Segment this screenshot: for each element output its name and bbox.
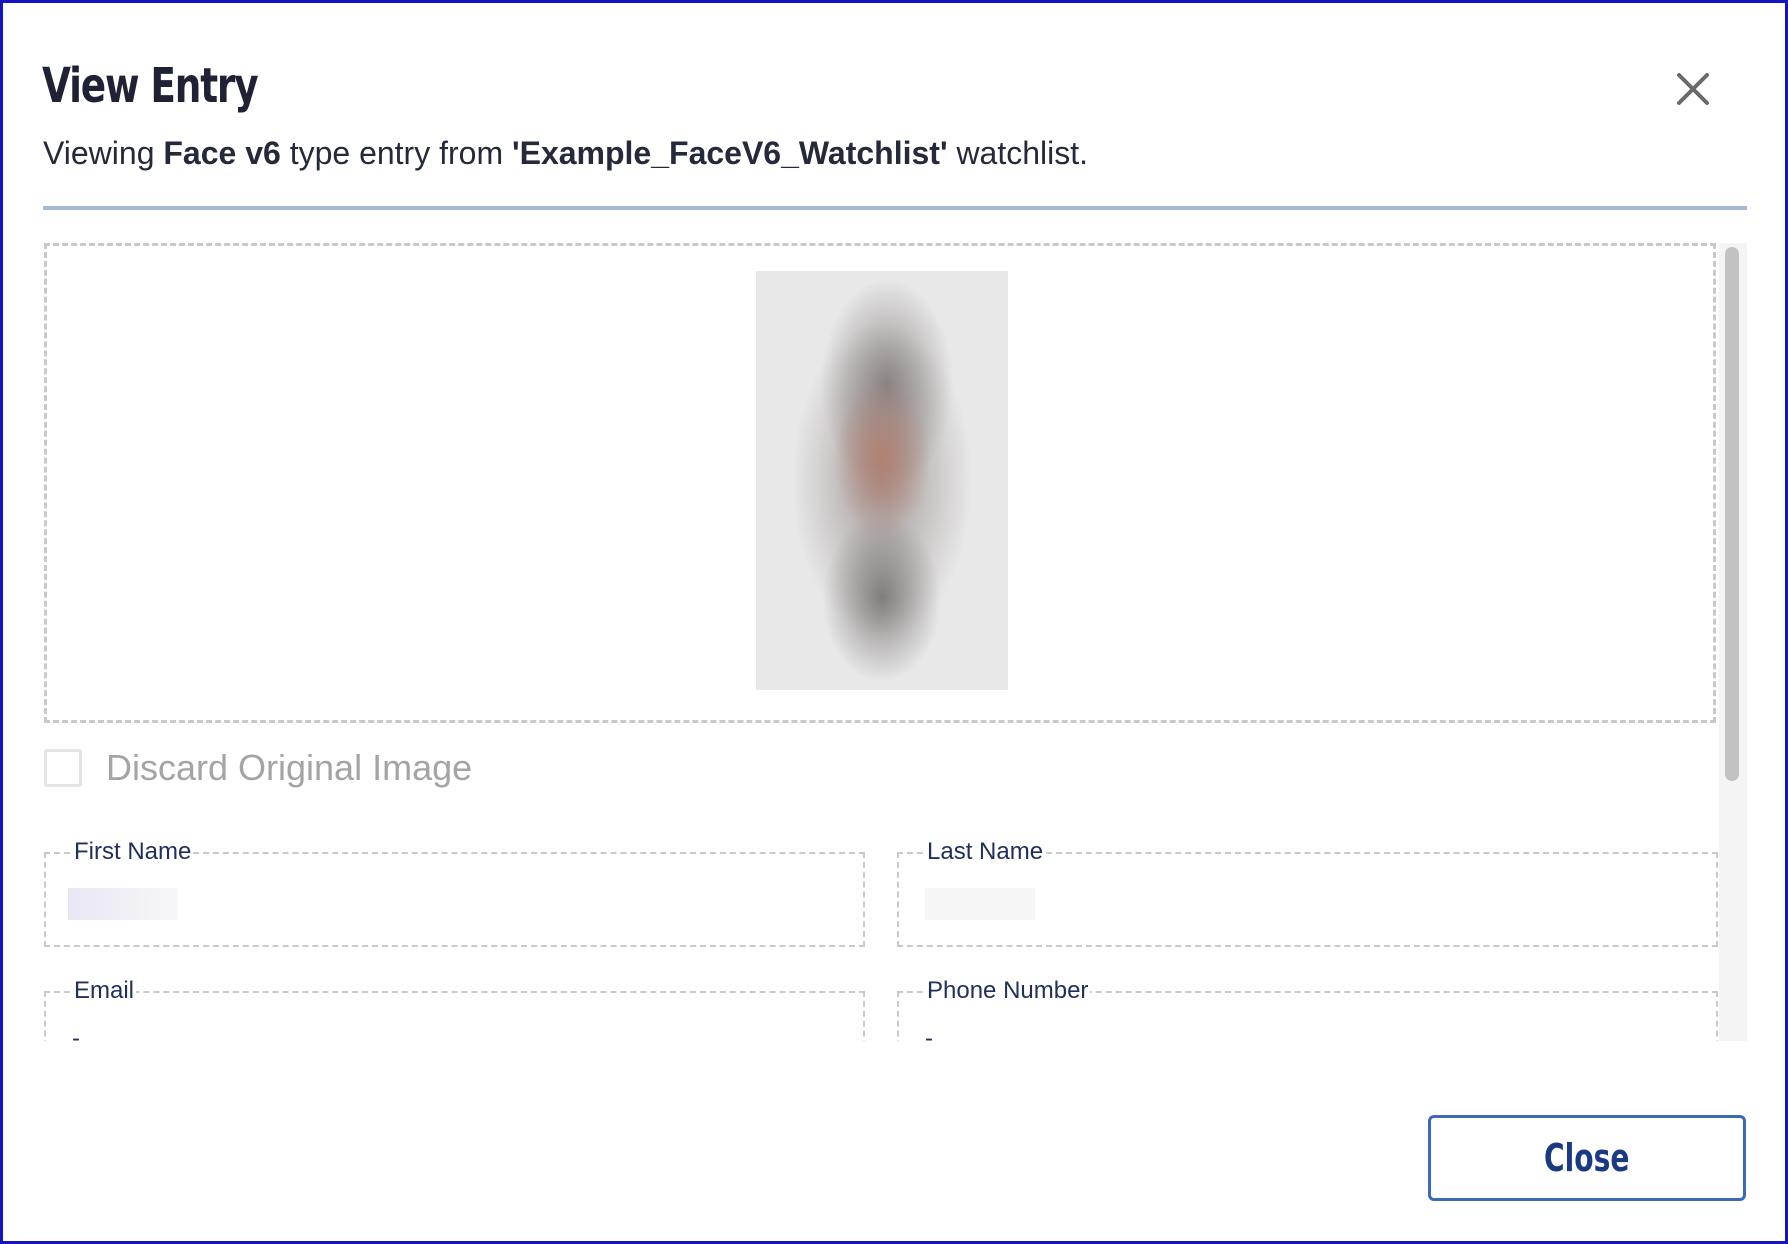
- email-field[interactable]: Email -: [44, 978, 865, 1041]
- discard-checkbox[interactable]: [44, 749, 82, 787]
- last-name-field[interactable]: Last Name: [897, 839, 1718, 947]
- last-name-label: Last Name: [925, 838, 1046, 865]
- view-entry-dialog: View Entry Viewing Face v6 type entry fr…: [0, 0, 1788, 1244]
- first-name-field[interactable]: First Name: [44, 839, 865, 947]
- phone-number-field[interactable]: Phone Number -: [897, 978, 1718, 1041]
- image-dropzone[interactable]: [44, 243, 1716, 723]
- phone-number-value: -: [925, 1025, 933, 1041]
- phone-number-label: Phone Number: [925, 977, 1091, 1004]
- first-name-value-redacted: [68, 888, 178, 920]
- discard-label: Discard Original Image: [106, 747, 473, 788]
- close-button-label: Close: [1544, 1136, 1630, 1180]
- email-label: Email: [72, 977, 137, 1004]
- first-name-label: First Name: [72, 838, 194, 865]
- scroll-content: Discard Original Image First Name Last N…: [3, 3, 1719, 1041]
- content-scrollbar[interactable]: [1719, 243, 1747, 1041]
- close-button[interactable]: Close: [1428, 1115, 1746, 1201]
- last-name-value-redacted: [925, 888, 1035, 920]
- discard-original-image[interactable]: Discard Original Image: [44, 747, 473, 788]
- email-value: -: [72, 1025, 80, 1041]
- face-photo: [756, 271, 1008, 690]
- scrollbar-thumb[interactable]: [1725, 247, 1739, 781]
